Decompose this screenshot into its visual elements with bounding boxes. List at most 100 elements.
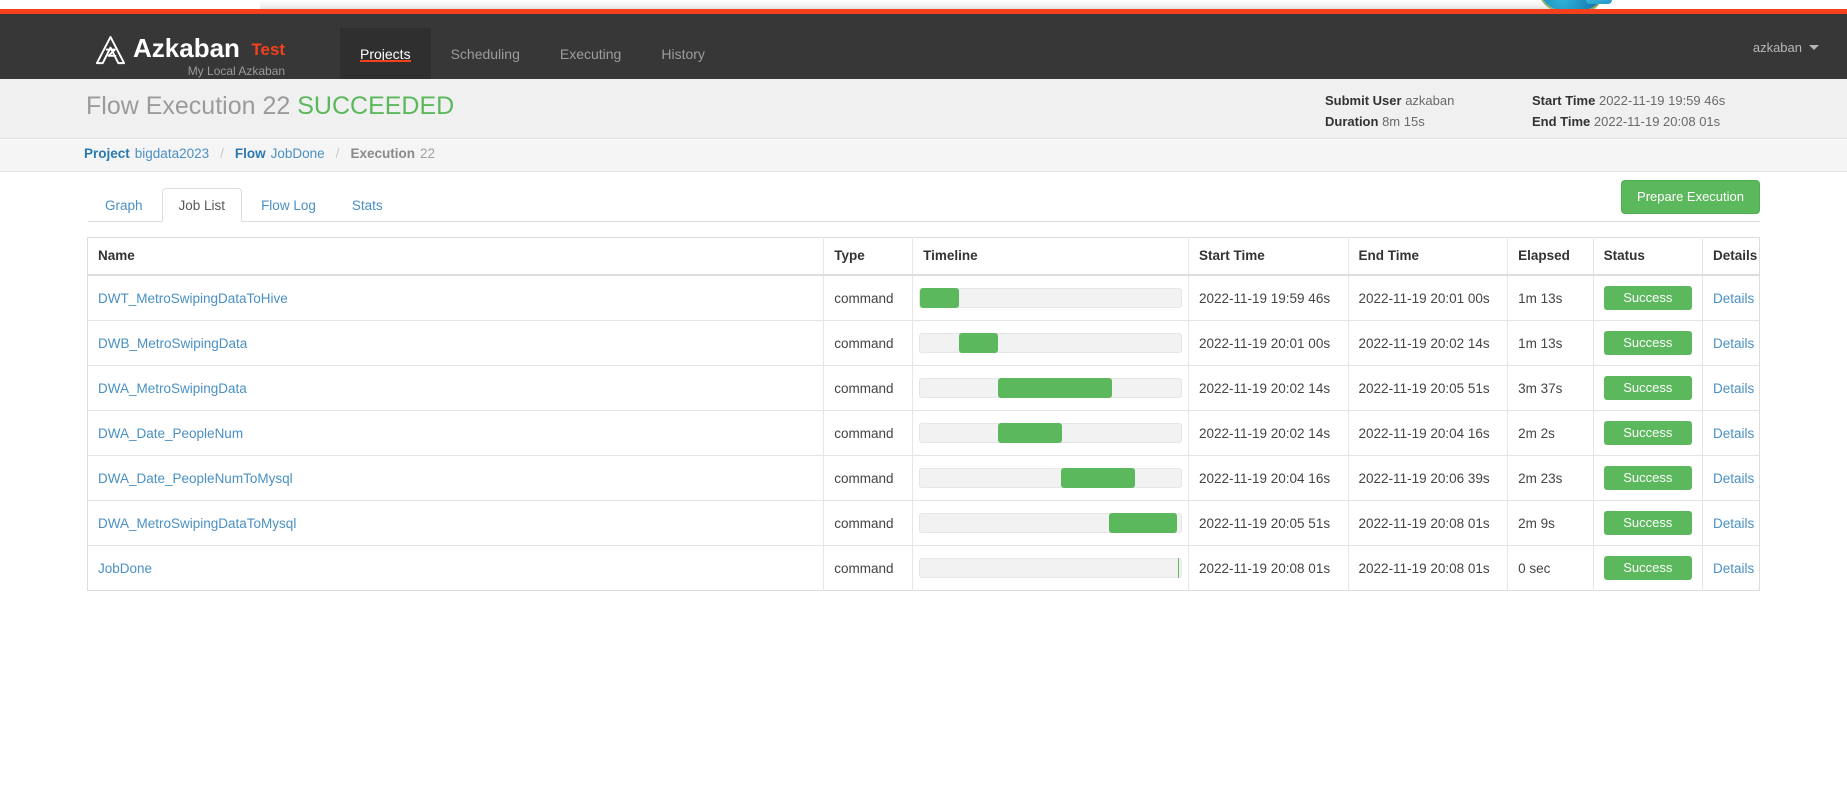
table-row: DWA_MetroSwipingDataToMysql command 2022-1… (87, 500, 1760, 546)
nav-item-executing[interactable]: Executing (540, 28, 641, 79)
status-badge[interactable]: Success (1603, 511, 1692, 535)
job-name-cell: DWT_MetroSwipingDataToHive (87, 275, 825, 321)
brand[interactable]: Azkaban Test My Local Azkaban (95, 33, 285, 78)
tab-job-list[interactable]: Job List (161, 188, 243, 222)
job-name-link[interactable]: DWA_Date_PeopleNum (98, 426, 243, 441)
brand-environment: Test (251, 40, 286, 59)
breadcrumb-execution-id: 22 (419, 146, 435, 161)
job-details-cell: Details (1702, 365, 1760, 411)
job-name-link[interactable]: JobDone (98, 561, 152, 576)
job-details-cell: Details (1702, 455, 1760, 501)
job-details-cell: Details (1702, 545, 1760, 591)
nav-item-projects[interactable]: Projects (340, 28, 431, 79)
job-name-link[interactable]: DWT_MetroSwipingDataToHive (98, 291, 288, 306)
tab-graph[interactable]: Graph (88, 188, 160, 222)
meta-end-time: End Time 2022-11-19 20:08 01s (1532, 111, 1725, 132)
column-header-type[interactable]: Type (823, 237, 914, 276)
meta-duration-label: Duration (1325, 114, 1379, 129)
status-badge[interactable]: Success (1603, 556, 1692, 580)
timeline-bar (959, 333, 999, 353)
tab-flow-log[interactable]: Flow Log (244, 188, 333, 222)
meta-duration-value: 8m 15s (1382, 114, 1425, 129)
meta-duration: Duration 8m 15s (1325, 111, 1454, 132)
status-badge[interactable]: Success (1603, 331, 1692, 355)
job-details-link[interactable]: Details (1713, 561, 1754, 576)
column-header-details[interactable]: Details (1702, 237, 1760, 276)
job-elapsed-cell: 2m 9s (1507, 500, 1594, 546)
job-status-cell: Success (1593, 365, 1703, 411)
tab-bar-underline (88, 221, 1760, 222)
browser-tab-favicon-accent-icon (1586, 0, 1612, 4)
table-row: JobDone command 2022-11-19 20:08 01s 2022-1… (87, 545, 1760, 591)
job-details-link[interactable]: Details (1713, 336, 1754, 351)
job-start-time-cell: 2022-11-19 20:02 14s (1188, 365, 1349, 411)
status-badge[interactable]: Success (1603, 286, 1692, 310)
job-elapsed-cell: 2m 23s (1507, 455, 1594, 501)
job-end-time-cell: 2022-11-19 20:01 00s (1348, 275, 1509, 321)
job-start-time-cell: 2022-11-19 20:08 01s (1188, 545, 1349, 591)
job-elapsed-cell: 2m 2s (1507, 410, 1594, 456)
job-timeline-cell (912, 545, 1189, 591)
job-details-link[interactable]: Details (1713, 516, 1754, 531)
nav-item-scheduling[interactable]: Scheduling (431, 28, 540, 79)
azkaban-logo-icon (95, 35, 126, 65)
job-elapsed-cell: 1m 13s (1507, 275, 1594, 321)
status-badge[interactable]: Success (1603, 376, 1692, 400)
job-end-time-cell: 2022-11-19 20:08 01s (1348, 545, 1509, 591)
job-status-cell: Success (1593, 275, 1703, 321)
meta-end-time-label: End Time (1532, 114, 1591, 129)
table-row: DWT_MetroSwipingDataToHive command 2022-11… (87, 275, 1760, 321)
job-timeline-cell (912, 275, 1189, 321)
job-name-link[interactable]: DWA_MetroSwipingDataToMysql (98, 516, 296, 531)
job-type-cell: command (823, 365, 914, 411)
timeline-track (919, 333, 1182, 353)
timeline-track (919, 378, 1182, 398)
job-details-link[interactable]: Details (1713, 381, 1754, 396)
breadcrumb-execution-label: Execution (350, 146, 415, 161)
job-type-cell: command (823, 320, 914, 366)
job-name-link[interactable]: DWB_MetroSwipingData (98, 336, 247, 351)
table-row: DWB_MetroSwipingData command 2022-11-19 20… (87, 320, 1760, 366)
column-header-elapsed[interactable]: Elapsed (1507, 237, 1594, 276)
column-header-status[interactable]: Status (1593, 237, 1703, 276)
job-status-cell: Success (1593, 545, 1703, 591)
prepare-execution-button[interactable]: Prepare Execution (1621, 180, 1760, 214)
timeline-bar (998, 423, 1063, 443)
job-name-link[interactable]: DWA_Date_PeopleNumToMysql (98, 471, 293, 486)
status-badge[interactable]: Success (1603, 466, 1692, 490)
page-title: Flow Execution 22 SUCCEEDED (86, 92, 454, 121)
job-details-link[interactable]: Details (1713, 291, 1754, 306)
meta-end-time-value: 2022-11-19 20:08 01s (1593, 114, 1721, 129)
job-list-table-head: Name Type Timeline Start Time End Time E… (87, 237, 1760, 276)
column-header-name[interactable]: Name (87, 237, 825, 276)
table-row: DWA_Date_PeopleNum command 2022-11-19 20:0… (87, 410, 1760, 456)
nav-item-history[interactable]: History (641, 28, 725, 79)
tab-stats[interactable]: Stats (335, 188, 400, 222)
top-navbar: Azkaban Test My Local Azkaban Projects S… (0, 14, 1847, 79)
tab-bar: Graph Job List Flow Log Stats (88, 188, 402, 222)
page-title-text: Flow Execution 22 (86, 92, 291, 120)
user-menu[interactable]: azkaban (1753, 40, 1819, 55)
status-badge[interactable]: Success (1603, 421, 1692, 445)
meta-start-time: Start Time 2022-11-19 19:59 46s (1532, 90, 1725, 111)
job-elapsed-cell: 3m 37s (1507, 365, 1594, 411)
job-details-link[interactable]: Details (1713, 471, 1754, 486)
column-header-start-time[interactable]: Start Time (1188, 237, 1349, 276)
breadcrumb-flow-link[interactable]: JobDone (271, 146, 325, 161)
meta-submit-user-label: Submit User (1325, 93, 1402, 108)
job-type-cell: command (823, 500, 914, 546)
page-header: Flow Execution 22 SUCCEEDED Submit User … (0, 79, 1847, 139)
column-header-end-time[interactable]: End Time (1348, 237, 1509, 276)
job-name-cell: JobDone (87, 545, 825, 591)
breadcrumb-separator-1: / (220, 146, 224, 161)
timeline-track (919, 423, 1182, 443)
column-header-timeline[interactable]: Timeline (912, 237, 1189, 276)
job-start-time-cell: 2022-11-19 20:05 51s (1188, 500, 1349, 546)
breadcrumb-project-link[interactable]: bigdata2023 (135, 146, 209, 161)
job-name-cell: DWA_MetroSwipingDataToMysql (87, 500, 825, 546)
job-details-link[interactable]: Details (1713, 426, 1754, 441)
job-elapsed-cell: 1m 13s (1507, 320, 1594, 366)
job-name-cell: DWA_Date_PeopleNumToMysql (87, 455, 825, 501)
table-row: DWA_Date_PeopleNumToMysql command 2022-11-… (87, 455, 1760, 501)
job-name-link[interactable]: DWA_MetroSwipingData (98, 381, 247, 396)
